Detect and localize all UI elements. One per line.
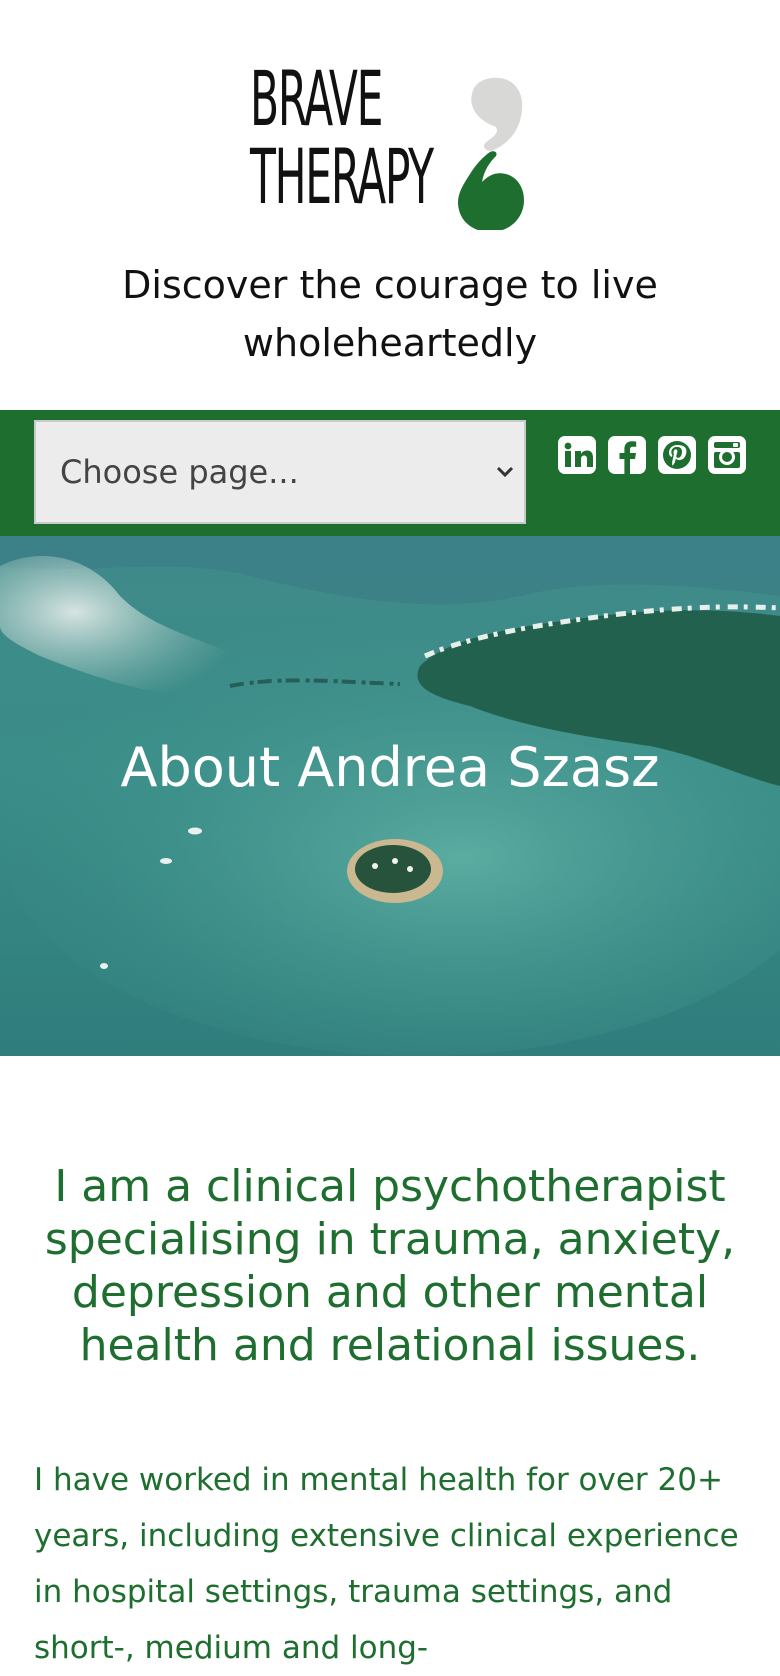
instagram-icon[interactable]	[708, 436, 746, 474]
site-tagline: Discover the courage to live wholehearte…	[122, 263, 658, 365]
page-select-dropdown[interactable]: Choose page...	[34, 420, 526, 524]
hero-title: About Andrea Szasz	[120, 736, 660, 799]
logo-line-2: THERAPY	[250, 132, 434, 221]
logo-quote-mark-icon	[458, 77, 524, 230]
page-select-label: Choose page...	[60, 453, 299, 491]
intro-statement: I am a clinical psychotherapist speciali…	[44, 1161, 736, 1371]
brave-therapy-logo[interactable]: BRAVE THERAPY	[250, 60, 530, 230]
bio-paragraph: I have worked in mental health for over …	[34, 1462, 739, 1666]
pinterest-icon[interactable]	[658, 436, 696, 474]
nav-bar: Choose page...	[0, 410, 780, 536]
linkedin-icon[interactable]	[558, 436, 596, 474]
logo-line-1: BRAVE	[250, 54, 383, 143]
site-header: BRAVE THERAPY Discover the courage to li…	[0, 0, 780, 410]
facebook-icon[interactable]	[608, 436, 646, 474]
hero-banner: About Andrea Szasz	[0, 536, 780, 1056]
logo-wordmark: BRAVE THERAPY	[250, 54, 434, 221]
chevron-down-icon	[496, 466, 514, 478]
